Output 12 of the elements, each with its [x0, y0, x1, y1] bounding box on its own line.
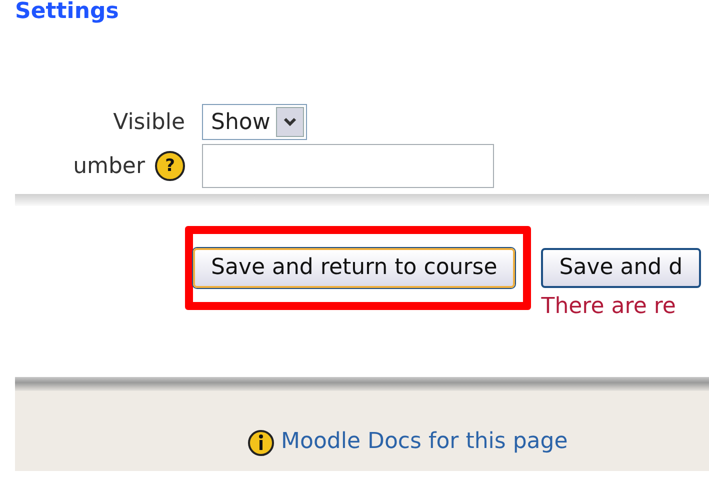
docs-link[interactable]: Moodle Docs for this page	[281, 429, 568, 455]
save-button[interactable]: Save and return to course	[193, 248, 516, 288]
visibility-dropdown[interactable]: Show	[202, 104, 308, 140]
section-heading: Settings	[15, 0, 120, 22]
chevron-down-icon	[283, 117, 298, 127]
save-button[interactable]: Save and d	[541, 248, 701, 288]
field-label: Visible	[113, 108, 185, 136]
field-label: umber	[73, 152, 145, 180]
number-input-field[interactable]	[202, 144, 494, 188]
help-icon[interactable]: ?	[155, 151, 185, 181]
info-icon	[247, 429, 275, 457]
error-message: There are re	[541, 293, 677, 321]
